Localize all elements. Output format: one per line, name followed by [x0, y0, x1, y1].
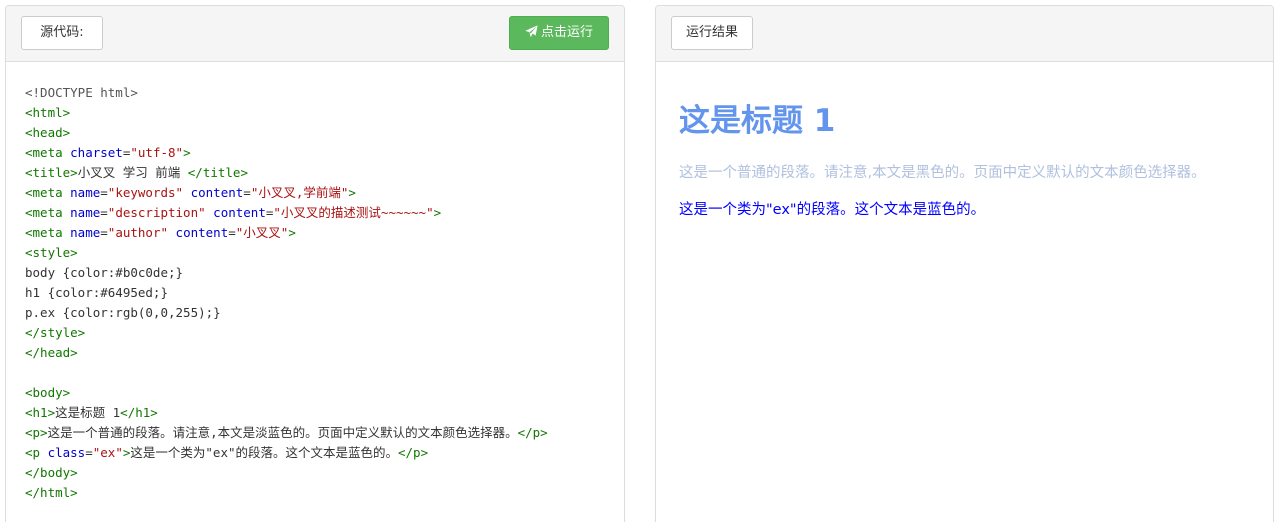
result-paragraph: 这是一个普通的段落。请注意,本文是黑色的。页面中定义默认的文本颜色选择器。: [679, 165, 1206, 181]
code-line: h1 {color:#6495ed;}: [25, 283, 620, 303]
code-token: "keywords": [107, 185, 184, 200]
code-token: <head>: [25, 125, 71, 140]
code-token: </p>: [398, 445, 429, 460]
code-token: content: [190, 185, 244, 200]
code-token: content: [175, 225, 229, 240]
code-line: <body>: [25, 383, 620, 403]
code-token: >: [183, 145, 191, 160]
code-token: </title>: [187, 165, 248, 180]
run-button-label: 点击运行: [540, 25, 593, 40]
code-token: <html>: [25, 105, 71, 120]
result-paragraph-ex: 这是一个类为"ex"的段落。这个文本是蓝色的。: [679, 202, 986, 218]
code-token: </style>: [25, 325, 86, 340]
code-token: 这是一个普通的段落。请注意,本文是淡蓝色的。页面中定义默认的文本颜色选择器。: [47, 425, 518, 440]
result-panel: 运行结果 这是标题 1 这是一个普通的段落。请注意,本文是黑色的。页面中定义默认…: [655, 5, 1274, 522]
code-token: >: [433, 205, 442, 220]
code-token: >: [348, 185, 356, 200]
code-line: p.ex {color:rgb(0,0,255);}: [25, 303, 620, 323]
code-line: </html>: [25, 483, 620, 503]
code-token: body {color:#b0c0de;}: [25, 265, 184, 280]
run-button[interactable]: 点击运行: [509, 16, 609, 50]
code-token: </html>: [25, 485, 78, 500]
code-token: <title>: [25, 165, 78, 180]
code-token: name: [70, 185, 101, 200]
code-token: =: [85, 445, 93, 460]
result-button[interactable]: 运行结果: [671, 16, 753, 50]
code-line: <meta charset="utf-8">: [25, 143, 620, 163]
code-token: charset: [70, 145, 123, 160]
code-token: <body>: [25, 385, 71, 400]
code-token: <meta: [25, 205, 71, 220]
code-token: <p: [25, 445, 48, 460]
source-code-editor[interactable]: <!DOCTYPE html> <html> <head> <meta charset…: [25, 83, 620, 503]
code-token: "utf-8": [130, 145, 184, 160]
code-token: </h1>: [120, 405, 158, 420]
code-token: <p>: [25, 425, 48, 440]
code-token: 这是一个类为"ex"的段落。这个文本是蓝色的。: [130, 445, 398, 460]
code-token: =: [100, 225, 108, 240]
code-token: </head>: [25, 345, 78, 360]
code-token: =: [228, 225, 236, 240]
code-token: "author": [107, 225, 169, 240]
code-line: <head>: [25, 123, 620, 143]
code-token: >: [288, 225, 296, 240]
result-panel-header: 运行结果: [656, 6, 1273, 62]
code-token: name: [70, 225, 101, 240]
code-token: name: [70, 205, 101, 220]
source-code-panel: 源代码: 点击运行 <!DOCTYPE html> <html> <head> <me…: [5, 5, 625, 522]
code-token: <meta: [25, 185, 71, 200]
code-token: h1 {color:#6495ed;}: [25, 285, 168, 300]
code-token: =: [100, 185, 108, 200]
code-token: <h1>: [25, 405, 56, 420]
code-token: </body>: [25, 465, 78, 480]
code-line: <style>: [25, 243, 620, 263]
code-token: <style>: [25, 245, 78, 260]
code-line: </head>: [25, 343, 620, 363]
code-line: <p>这是一个普通的段落。请注意,本文是淡蓝色的。页面中定义默认的文本颜色选择器…: [25, 423, 620, 443]
code-token: "小叉叉,学前端": [250, 185, 349, 200]
code-token: <!DOCTYPE html>: [25, 85, 138, 100]
code-token: "小叉叉": [235, 225, 289, 240]
result-output: 这是标题 1 这是一个普通的段落。请注意,本文是黑色的。页面中定义默认的文本颜色…: [679, 101, 1243, 237]
code-token: =: [243, 185, 251, 200]
paper-plane-icon: [525, 25, 538, 38]
code-token: =: [100, 205, 108, 220]
code-token: content: [213, 205, 266, 220]
code-line: <meta name="author" content="小叉叉">: [25, 223, 620, 243]
code-token: "小叉叉的描述测试~~~~~~": [273, 205, 434, 220]
code-token: <meta: [25, 225, 71, 240]
code-line: <!DOCTYPE html>: [25, 83, 620, 103]
code-line: <meta name="description" content="小叉叉的描述…: [25, 203, 620, 223]
result-heading: 这是标题 1: [679, 103, 836, 139]
source-panel-header: 源代码: 点击运行: [6, 6, 624, 62]
code-line: <meta name="keywords" content="小叉叉,学前端">: [25, 183, 620, 203]
code-line: <p class="ex">这是一个类为"ex"的段落。这个文本是蓝色的。</p…: [25, 443, 620, 463]
code-line: </body>: [25, 463, 620, 483]
code-token: <meta: [25, 145, 71, 160]
code-token: </p>: [517, 425, 548, 440]
code-line: <html>: [25, 103, 620, 123]
code-line: body {color:#b0c0de;}: [25, 263, 620, 283]
source-code-button[interactable]: 源代码:: [21, 16, 103, 50]
code-token: p.ex {color:rgb(0,0,255);}: [25, 305, 221, 320]
code-line: <h1>这是标题 1</h1>: [25, 403, 620, 423]
code-line: <title>小叉叉 学习 前端 </title>: [25, 163, 620, 183]
code-line: </style>: [25, 323, 620, 343]
code-token: "description": [107, 205, 206, 220]
code-token: "ex": [92, 445, 123, 460]
code-token: 这是标题 1: [55, 405, 121, 420]
code-token: 小叉叉 学习 前端: [77, 165, 188, 180]
code-token: class: [47, 445, 86, 460]
